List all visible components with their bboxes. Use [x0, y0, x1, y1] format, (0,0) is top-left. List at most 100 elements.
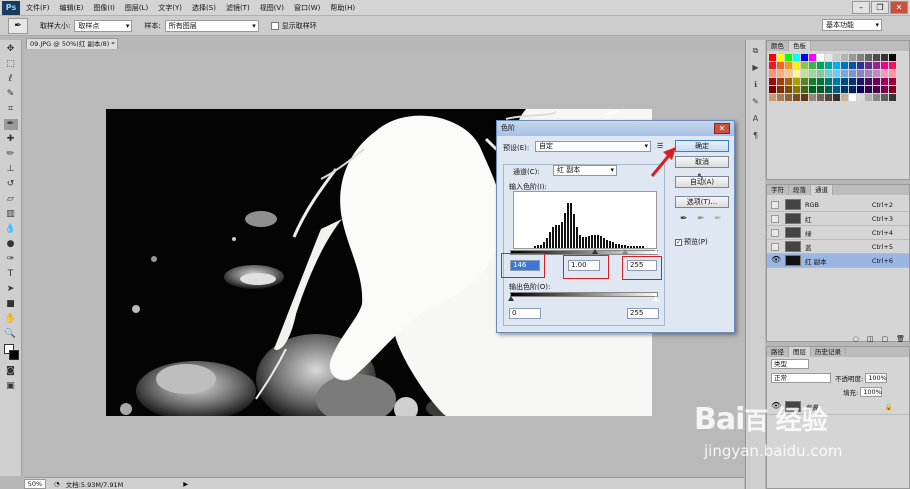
tab-history[interactable]: 历史记录: [811, 347, 846, 357]
color-swatch[interactable]: [889, 78, 896, 85]
eyedropper-tool-icon[interactable]: ✒: [3, 119, 18, 130]
visibility-toggle[interactable]: [771, 214, 779, 223]
color-swatch[interactable]: [785, 54, 792, 61]
color-swatch[interactable]: [849, 78, 856, 85]
color-swatch[interactable]: [857, 62, 864, 69]
type-tool-icon[interactable]: T: [4, 269, 18, 280]
menu-edit[interactable]: 编辑(E): [60, 3, 84, 13]
color-swatch[interactable]: [857, 86, 864, 93]
color-swatch[interactable]: [889, 86, 896, 93]
options-button[interactable]: 选项(T)...: [675, 196, 729, 208]
color-swatch[interactable]: [825, 78, 832, 85]
color-swatch[interactable]: [881, 54, 888, 61]
color-swatch[interactable]: [777, 62, 784, 69]
new-channel-icon[interactable]: ▢: [881, 335, 888, 343]
color-swatch[interactable]: [841, 86, 848, 93]
color-swatch[interactable]: [873, 54, 880, 61]
sample-select[interactable]: 所有图层: [164, 19, 259, 32]
color-swatch[interactable]: [785, 62, 792, 69]
color-swatch[interactable]: [865, 86, 872, 93]
color-swatch[interactable]: [777, 54, 784, 61]
dodge-tool-icon[interactable]: ●: [4, 239, 18, 250]
tab-paragraph[interactable]: 段落: [789, 185, 811, 195]
channel-row-red[interactable]: 红 Ctrl+3: [767, 212, 909, 226]
eye-icon[interactable]: 👁: [771, 255, 781, 265]
channel-row-red-copy[interactable]: 👁 红 副本 Ctrl+6: [767, 254, 909, 268]
color-swatch[interactable]: [825, 54, 832, 61]
color-swatch[interactable]: [865, 62, 872, 69]
color-swatch[interactable]: [825, 86, 832, 93]
color-swatch[interactable]: [825, 62, 832, 69]
color-swatch[interactable]: [833, 62, 840, 69]
input-white-slider[interactable]: [653, 249, 659, 254]
character-panel-icon[interactable]: A: [749, 113, 763, 125]
output-white-field[interactable]: 255: [627, 308, 659, 319]
color-swatch[interactable]: [809, 54, 816, 61]
color-swatch[interactable]: [809, 86, 816, 93]
color-swatch[interactable]: [809, 78, 816, 85]
history-brush-tool-icon[interactable]: ↺: [4, 179, 18, 190]
tab-color[interactable]: 颜色: [767, 41, 789, 51]
color-swatch[interactable]: [769, 70, 776, 77]
color-swatch[interactable]: [857, 94, 864, 101]
preset-select[interactable]: 自定: [535, 141, 651, 152]
workspace-select[interactable]: 基本功能: [822, 19, 882, 31]
color-swatch[interactable]: [801, 70, 808, 77]
visibility-toggle[interactable]: [771, 228, 779, 237]
channel-row-rgb[interactable]: RGB Ctrl+2: [767, 198, 909, 212]
color-swatch[interactable]: [801, 94, 808, 101]
color-swatch[interactable]: [793, 78, 800, 85]
brush-panel-icon[interactable]: ✎: [749, 96, 763, 108]
color-swatch[interactable]: [841, 62, 848, 69]
color-swatch[interactable]: [793, 62, 800, 69]
properties-panel-icon[interactable]: ℹ: [749, 79, 763, 91]
color-swatch[interactable]: [849, 62, 856, 69]
color-swatch[interactable]: [865, 70, 872, 77]
gradient-tool-icon[interactable]: ▥: [4, 209, 18, 220]
input-gamma-slider[interactable]: [622, 249, 628, 254]
menu-image[interactable]: 图像(I): [93, 3, 115, 13]
move-tool-icon[interactable]: ✥: [4, 44, 18, 55]
color-swatch[interactable]: [865, 78, 872, 85]
color-swatch[interactable]: [769, 78, 776, 85]
menu-view[interactable]: 视图(V): [260, 3, 284, 13]
color-swatch[interactable]: [833, 94, 840, 101]
color-swatch[interactable]: [865, 94, 872, 101]
layer-filter-select[interactable]: 类型: [771, 359, 809, 369]
channel-row-green[interactable]: 绿 Ctrl+4: [767, 226, 909, 240]
gray-eyedropper-icon[interactable]: ✒: [697, 214, 705, 224]
color-swatch[interactable]: [849, 70, 856, 77]
color-swatch[interactable]: [889, 62, 896, 69]
color-swatch[interactable]: [809, 94, 816, 101]
color-swatch[interactable]: [833, 54, 840, 61]
color-swatch[interactable]: [881, 86, 888, 93]
color-swatch[interactable]: [793, 54, 800, 61]
eyedropper-tool-preset-icon[interactable]: ✒: [8, 17, 28, 34]
menu-help[interactable]: 帮助(H): [330, 3, 355, 13]
menu-filter[interactable]: 滤镜(T): [226, 3, 250, 13]
color-swatch[interactable]: [769, 54, 776, 61]
color-swatch[interactable]: [841, 54, 848, 61]
visibility-toggle[interactable]: [771, 200, 779, 209]
tab-paths[interactable]: 路径: [767, 347, 789, 357]
color-swatch[interactable]: [849, 86, 856, 93]
color-swatch[interactable]: [849, 54, 856, 61]
screen-mode-icon[interactable]: ▣: [4, 381, 18, 392]
marquee-tool-icon[interactable]: ⬚: [4, 59, 18, 70]
load-selection-icon[interactable]: ◌: [853, 335, 859, 343]
color-swatch[interactable]: [793, 94, 800, 101]
history-panel-icon[interactable]: ⧉: [749, 45, 763, 57]
color-swatch[interactable]: [873, 70, 880, 77]
tab-channels[interactable]: 通道: [811, 185, 833, 195]
color-swatch[interactable]: [801, 86, 808, 93]
color-swatch[interactable]: [833, 78, 840, 85]
color-swatch[interactable]: [777, 70, 784, 77]
color-swatch[interactable]: [881, 78, 888, 85]
ok-button[interactable]: 确定: [675, 140, 729, 152]
save-selection-icon[interactable]: ◫: [867, 335, 874, 343]
color-swatch[interactable]: [881, 94, 888, 101]
color-swatch[interactable]: [841, 78, 848, 85]
tab-character[interactable]: 字符: [767, 185, 789, 195]
healing-tool-icon[interactable]: ✚: [4, 134, 18, 145]
shape-tool-icon[interactable]: ■: [4, 299, 18, 310]
